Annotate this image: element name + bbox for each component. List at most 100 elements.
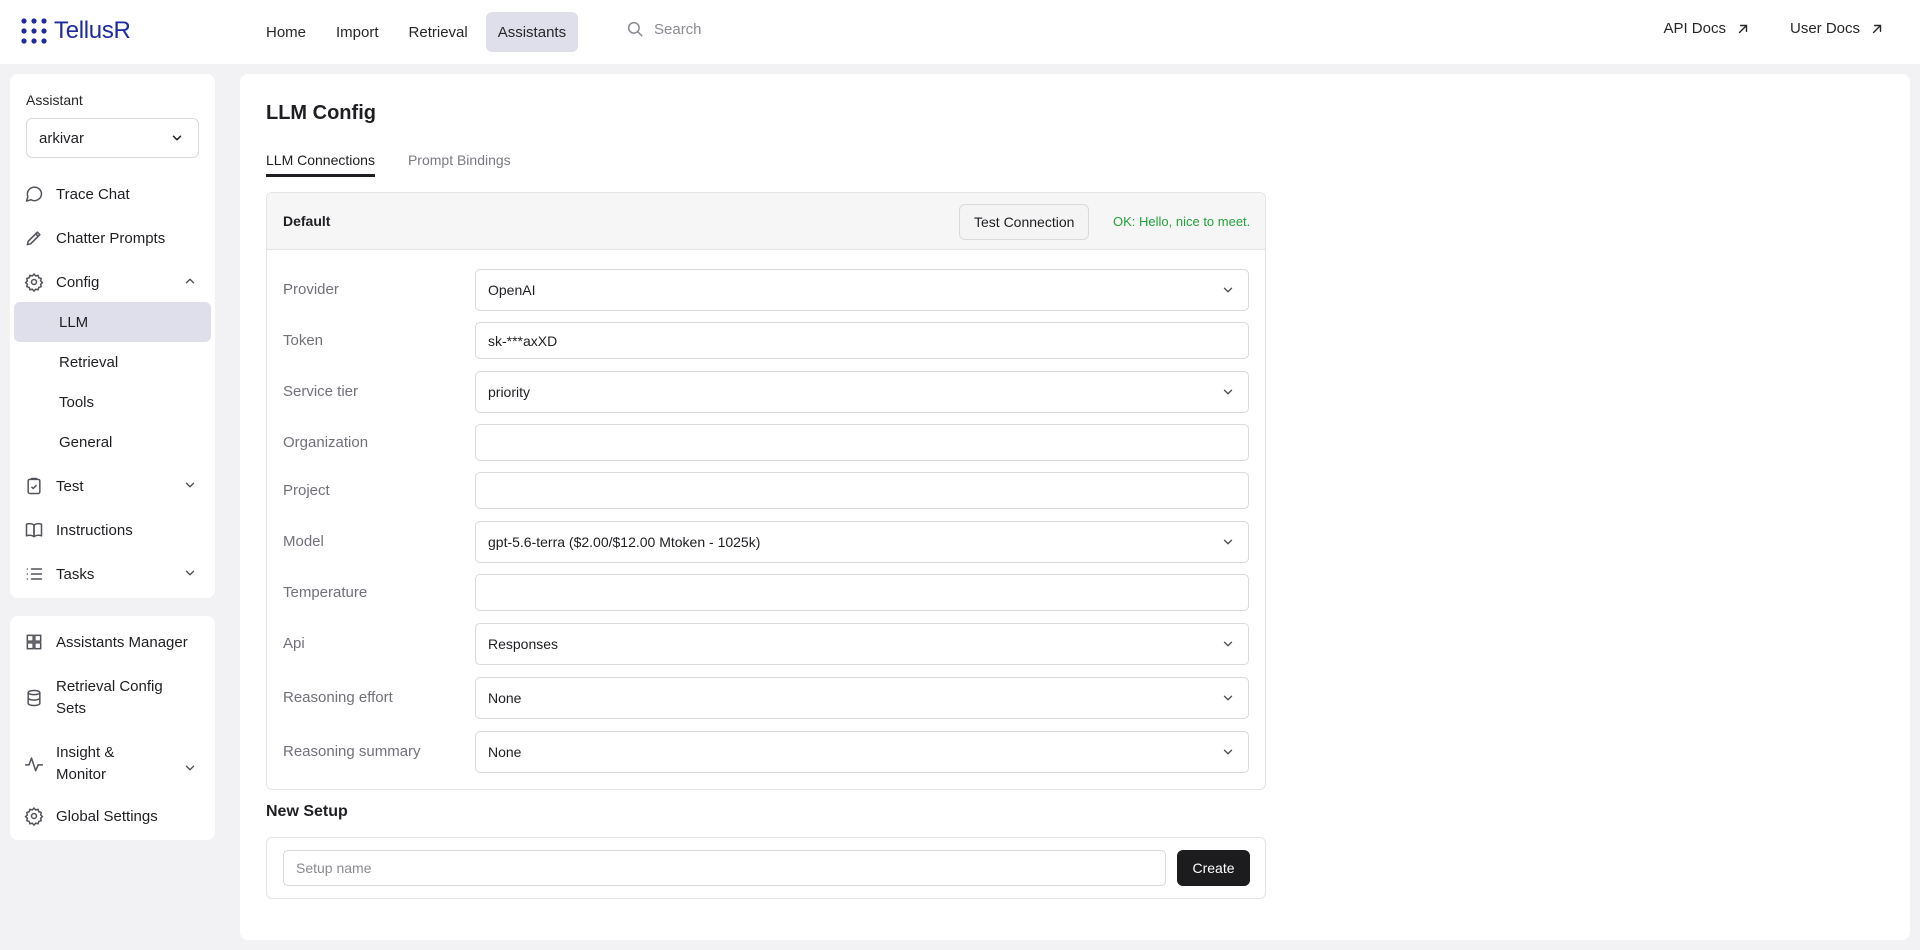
- sidebar-item-label: Tasks: [56, 565, 95, 583]
- test-result-message: OK: Hello, nice to meet.: [1113, 214, 1251, 229]
- pencil-icon: [26, 231, 41, 246]
- top-bar: TellusR Home Import Retrieval Assistants…: [0, 0, 1920, 64]
- nav-home[interactable]: Home: [254, 12, 318, 52]
- sidebar-item-global-settings[interactable]: Global Settings: [24, 806, 158, 826]
- sidebar-item-label: Insight & Monitor: [56, 742, 114, 786]
- assistant-select-value: arkivar: [39, 129, 85, 147]
- chevron-down-icon[interactable]: [183, 478, 197, 492]
- provider-select[interactable]: OpenAI: [475, 269, 1249, 311]
- temperature-label: Temperature: [283, 584, 368, 601]
- reasoning-summary-label: Reasoning summary: [283, 743, 421, 760]
- token-input[interactable]: sk-***axXD: [475, 322, 1249, 359]
- main-nav: Home Import Retrieval Assistants: [254, 12, 579, 52]
- reasoning-effort-value: None: [488, 690, 522, 706]
- model-select[interactable]: gpt-5.6-terra ($2.00/$12.00 Mtoken - 102…: [475, 521, 1249, 563]
- search-icon: [627, 21, 643, 37]
- assistant-select[interactable]: arkivar: [26, 118, 199, 158]
- temperature-input[interactable]: [475, 574, 1249, 611]
- reasoning-effort-label: Reasoning effort: [283, 689, 393, 706]
- tabs: LLM Connections Prompt Bindings: [266, 152, 511, 177]
- user-docs-label: User Docs: [1789, 20, 1860, 37]
- sidebar-subitem-tools[interactable]: Tools: [14, 382, 211, 422]
- chevron-down-icon[interactable]: [183, 566, 197, 580]
- sidebar-item-chatter-prompts[interactable]: Chatter Prompts: [24, 228, 165, 248]
- chevron-down-icon: [1223, 641, 1233, 647]
- nav-retrieval[interactable]: Retrieval: [397, 12, 480, 52]
- model-label: Model: [283, 533, 324, 550]
- sidebar-item-label: Retrieval Config Sets: [56, 676, 163, 720]
- model-value: gpt-5.6-terra ($2.00/$12.00 Mtoken - 102…: [488, 534, 761, 550]
- sidebar-item-label-line2: Monitor: [56, 766, 107, 783]
- setup-name-input[interactable]: [283, 850, 1166, 886]
- chevron-down-icon[interactable]: [183, 761, 197, 775]
- api-select[interactable]: Responses: [475, 623, 1249, 665]
- sidebar-subitem-retrieval[interactable]: Retrieval: [14, 342, 211, 382]
- connection-card: Default Test Connection OK: Hello, nice …: [266, 192, 1266, 790]
- search-box[interactable]: Search: [626, 20, 702, 38]
- project-label: Project: [283, 482, 330, 499]
- provider-label: Provider: [283, 281, 339, 298]
- token-label: Token: [283, 332, 324, 349]
- sidebar-item-label-line2: Sets: [56, 700, 87, 717]
- gear-icon: [24, 272, 44, 292]
- token-value: sk-***axXD: [488, 332, 558, 349]
- api-docs-link[interactable]: API Docs: [1663, 20, 1750, 37]
- main-panel: LLM Config LLM Connections Prompt Bindin…: [240, 74, 1910, 940]
- chevron-down-icon: [172, 135, 182, 141]
- sidebar-item-insight-monitor[interactable]: Insight & Monitor: [24, 742, 114, 786]
- database-icon: [27, 689, 41, 707]
- create-button[interactable]: Create: [1177, 850, 1250, 886]
- project-input[interactable]: [475, 472, 1249, 509]
- layout-grid-icon: [26, 634, 42, 650]
- sidebar-subitem-llm[interactable]: LLM: [14, 302, 211, 342]
- page-title: LLM Config: [266, 102, 376, 124]
- tab-prompt-bindings[interactable]: Prompt Bindings: [408, 152, 511, 177]
- service-tier-select[interactable]: priority: [475, 371, 1249, 413]
- sidebar-item-label: Config: [56, 273, 100, 291]
- activity-icon: [24, 757, 44, 772]
- sidebar-item-test[interactable]: Test: [24, 476, 84, 496]
- new-setup-card: Create: [266, 837, 1266, 899]
- sidebar-item-label: Chatter Prompts: [56, 229, 166, 247]
- chevron-down-icon: [1223, 695, 1233, 701]
- connection-name: Default: [283, 213, 331, 229]
- arrow-up-right-icon: [1738, 24, 1748, 33]
- sidebar-item-tasks[interactable]: Tasks: [24, 564, 94, 584]
- chevron-up-icon[interactable]: [183, 274, 197, 288]
- organization-label: Organization: [283, 434, 369, 451]
- assistant-label: Assistant: [26, 92, 83, 108]
- brand-name: TellusR: [54, 17, 131, 44]
- tab-llm-connections[interactable]: LLM Connections: [266, 152, 375, 177]
- reasoning-summary-select[interactable]: None: [475, 731, 1249, 773]
- external-links: API Docs User Docs: [1663, 20, 1884, 37]
- sidebar-item-label: Assistants Manager: [56, 633, 188, 651]
- nav-assistants[interactable]: Assistants: [485, 12, 579, 52]
- sidebar-item-assistants-manager[interactable]: Assistants Manager: [24, 632, 188, 652]
- service-tier-label: Service tier: [283, 383, 359, 400]
- book-open-icon: [25, 522, 43, 538]
- organization-input[interactable]: [475, 424, 1249, 461]
- chevron-down-icon: [1223, 539, 1233, 545]
- user-docs-link[interactable]: User Docs: [1790, 20, 1884, 37]
- api-label: Api: [283, 635, 305, 652]
- search-placeholder: Search: [654, 20, 702, 38]
- brand-logo[interactable]: TellusR: [20, 17, 131, 45]
- chevron-down-icon: [1223, 389, 1233, 395]
- sidebar-item-label-line1: Retrieval Config: [56, 678, 163, 695]
- sidebar-item-instructions[interactable]: Instructions: [24, 520, 133, 540]
- sidebar-item-trace-chat[interactable]: Trace Chat: [24, 184, 130, 204]
- reasoning-summary-value: None: [488, 744, 522, 760]
- reasoning-effort-select[interactable]: None: [475, 677, 1249, 719]
- sidebar-item-label: Trace Chat: [56, 185, 130, 203]
- sidebar-item-config[interactable]: Config: [24, 272, 199, 292]
- sidebar-item-label-line1: Insight &: [56, 744, 115, 761]
- chevron-down-icon: [1223, 287, 1233, 293]
- api-docs-label: API Docs: [1663, 20, 1726, 37]
- sidebar-item-label: Instructions: [56, 521, 133, 539]
- test-connection-button[interactable]: Test Connection: [959, 204, 1090, 240]
- list-icon: [26, 568, 43, 580]
- sidebar-item-retrieval-config-sets[interactable]: Retrieval Config Sets: [24, 676, 163, 720]
- nav-import[interactable]: Import: [324, 12, 391, 52]
- sidebar-subitem-general[interactable]: General: [14, 422, 211, 462]
- service-tier-value: priority: [488, 384, 531, 400]
